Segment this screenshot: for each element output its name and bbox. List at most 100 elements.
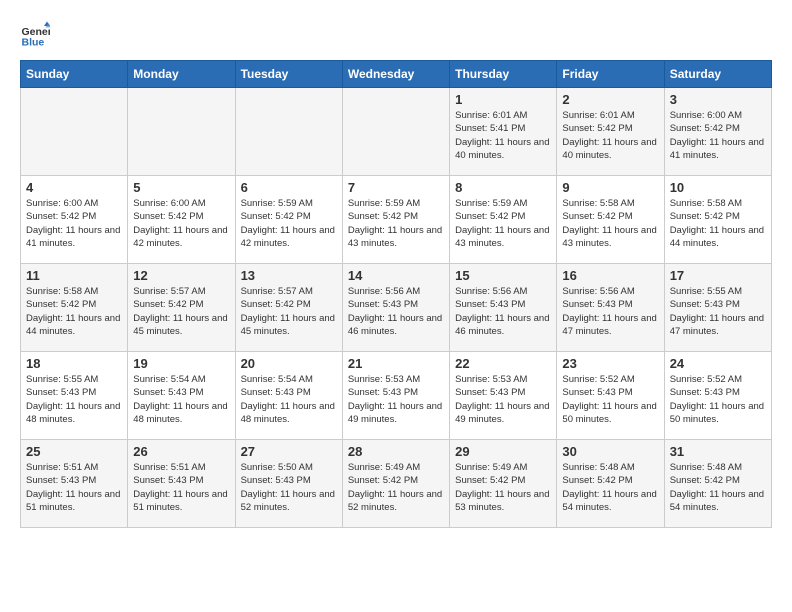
calendar-cell: 14 Sunrise: 5:56 AM Sunset: 5:43 PM Dayli… xyxy=(342,264,449,352)
calendar-cell xyxy=(342,88,449,176)
day-number: 14 xyxy=(348,268,444,283)
day-number: 3 xyxy=(670,92,766,107)
cell-info: Sunrise: 5:57 AM Sunset: 5:42 PM Dayligh… xyxy=(241,285,337,338)
day-number: 24 xyxy=(670,356,766,371)
calendar-cell: 21 Sunrise: 5:53 AM Sunset: 5:43 PM Dayli… xyxy=(342,352,449,440)
cell-info: Sunrise: 5:49 AM Sunset: 5:42 PM Dayligh… xyxy=(455,461,551,514)
calendar-cell: 24Sunrise: 5:52 AM Sunset: 5:43 PM Dayli… xyxy=(664,352,771,440)
day-number: 21 xyxy=(348,356,444,371)
day-number: 27 xyxy=(241,444,337,459)
cell-info: Sunrise: 5:48 AM Sunset: 5:42 PM Dayligh… xyxy=(562,461,658,514)
calendar-cell: 5Sunrise: 6:00 AM Sunset: 5:42 PM Daylig… xyxy=(128,176,235,264)
calendar-cell: 20 Sunrise: 5:54 AM Sunset: 5:43 PM Dayli… xyxy=(235,352,342,440)
day-number: 31 xyxy=(670,444,766,459)
day-number: 6 xyxy=(241,180,337,195)
cell-info: Sunrise: 5:58 AM Sunset: 5:42 PM Dayligh… xyxy=(26,285,122,338)
calendar-cell: 2 Sunrise: 6:01 AM Sunset: 5:42 PM Daylig… xyxy=(557,88,664,176)
calendar-cell: 25Sunrise: 5:51 AM Sunset: 5:43 PM Dayli… xyxy=(21,440,128,528)
cell-info: Sunrise: 5:56 AM Sunset: 5:43 PM Dayligh… xyxy=(562,285,658,338)
cell-info: Sunrise: 5:50 AM Sunset: 5:43 PM Dayligh… xyxy=(241,461,337,514)
calendar-cell: 11 Sunrise: 5:58 AM Sunset: 5:42 PM Dayli… xyxy=(21,264,128,352)
calendar-cell: 9Sunrise: 5:58 AM Sunset: 5:42 PM Daylig… xyxy=(557,176,664,264)
header-sunday: Sunday xyxy=(21,61,128,88)
cell-info: Sunrise: 5:52 AM Sunset: 5:43 PM Dayligh… xyxy=(562,373,658,426)
day-number: 30 xyxy=(562,444,658,459)
day-number: 4 xyxy=(26,180,122,195)
calendar-cell: 4 Sunrise: 6:00 AM Sunset: 5:42 PM Daylig… xyxy=(21,176,128,264)
day-number: 23 xyxy=(562,356,658,371)
header-thursday: Thursday xyxy=(450,61,557,88)
day-number: 10 xyxy=(670,180,766,195)
day-number: 20 xyxy=(241,356,337,371)
day-number: 2 xyxy=(562,92,658,107)
cell-info: Sunrise: 5:49 AM Sunset: 5:42 PM Dayligh… xyxy=(348,461,444,514)
calendar-cell: 27 Sunrise: 5:50 AM Sunset: 5:43 PM Dayli… xyxy=(235,440,342,528)
cell-info: Sunrise: 5:56 AM Sunset: 5:43 PM Dayligh… xyxy=(348,285,444,338)
header-friday: Friday xyxy=(557,61,664,88)
cell-info: Sunrise: 5:51 AM Sunset: 5:43 PM Dayligh… xyxy=(26,461,122,514)
logo-icon: General Blue xyxy=(20,20,50,50)
cell-info: Sunrise: 5:56 AM Sunset: 5:43 PM Dayligh… xyxy=(455,285,551,338)
cell-info: Sunrise: 5:59 AM Sunset: 5:42 PM Dayligh… xyxy=(348,197,444,250)
calendar-cell xyxy=(21,88,128,176)
calendar-cell: 13Sunrise: 5:57 AM Sunset: 5:42 PM Dayli… xyxy=(235,264,342,352)
week-row-4: 25Sunrise: 5:51 AM Sunset: 5:43 PM Dayli… xyxy=(21,440,772,528)
cell-info: Sunrise: 5:51 AM Sunset: 5:43 PM Dayligh… xyxy=(133,461,229,514)
cell-info: Sunrise: 6:01 AM Sunset: 5:41 PM Dayligh… xyxy=(455,109,551,162)
cell-info: Sunrise: 5:53 AM Sunset: 5:43 PM Dayligh… xyxy=(348,373,444,426)
logo: General Blue xyxy=(20,20,50,50)
cell-info: Sunrise: 5:57 AM Sunset: 5:42 PM Dayligh… xyxy=(133,285,229,338)
day-number: 16 xyxy=(562,268,658,283)
day-number: 12 xyxy=(133,268,229,283)
day-number: 28 xyxy=(348,444,444,459)
calendar-cell: 12 Sunrise: 5:57 AM Sunset: 5:42 PM Dayli… xyxy=(128,264,235,352)
cell-info: Sunrise: 5:59 AM Sunset: 5:42 PM Dayligh… xyxy=(455,197,551,250)
cell-info: Sunrise: 6:00 AM Sunset: 5:42 PM Dayligh… xyxy=(26,197,122,250)
header-saturday: Saturday xyxy=(664,61,771,88)
calendar-cell: 16 Sunrise: 5:56 AM Sunset: 5:43 PM Dayli… xyxy=(557,264,664,352)
cell-info: Sunrise: 5:58 AM Sunset: 5:42 PM Dayligh… xyxy=(670,197,766,250)
day-number: 8 xyxy=(455,180,551,195)
cell-info: Sunrise: 6:00 AM Sunset: 5:42 PM Dayligh… xyxy=(133,197,229,250)
day-number: 11 xyxy=(26,268,122,283)
calendar-header-row: SundayMondayTuesdayWednesdayThursdayFrid… xyxy=(21,61,772,88)
cell-info: Sunrise: 5:59 AM Sunset: 5:42 PM Dayligh… xyxy=(241,197,337,250)
week-row-3: 18 Sunrise: 5:55 AM Sunset: 5:43 PM Dayli… xyxy=(21,352,772,440)
cell-info: Sunrise: 5:55 AM Sunset: 5:43 PM Dayligh… xyxy=(26,373,122,426)
day-number: 17 xyxy=(670,268,766,283)
day-number: 15 xyxy=(455,268,551,283)
calendar-cell: 8 Sunrise: 5:59 AM Sunset: 5:42 PM Daylig… xyxy=(450,176,557,264)
calendar-cell: 10 Sunrise: 5:58 AM Sunset: 5:42 PM Dayli… xyxy=(664,176,771,264)
calendar-cell: 18 Sunrise: 5:55 AM Sunset: 5:43 PM Dayli… xyxy=(21,352,128,440)
cell-info: Sunrise: 5:58 AM Sunset: 5:42 PM Dayligh… xyxy=(562,197,658,250)
cell-info: Sunrise: 5:48 AM Sunset: 5:42 PM Dayligh… xyxy=(670,461,766,514)
day-number: 26 xyxy=(133,444,229,459)
calendar-table: SundayMondayTuesdayWednesdayThursdayFrid… xyxy=(20,60,772,528)
calendar-cell: 7 Sunrise: 5:59 AM Sunset: 5:42 PM Daylig… xyxy=(342,176,449,264)
cell-info: Sunrise: 5:54 AM Sunset: 5:43 PM Dayligh… xyxy=(241,373,337,426)
day-number: 22 xyxy=(455,356,551,371)
week-row-0: 1 Sunrise: 6:01 AM Sunset: 5:41 PM Daylig… xyxy=(21,88,772,176)
cell-info: Sunrise: 5:55 AM Sunset: 5:43 PM Dayligh… xyxy=(670,285,766,338)
calendar-cell: 29Sunrise: 5:49 AM Sunset: 5:42 PM Dayli… xyxy=(450,440,557,528)
calendar-cell xyxy=(128,88,235,176)
calendar-cell: 19 Sunrise: 5:54 AM Sunset: 5:43 PM Dayli… xyxy=(128,352,235,440)
cell-info: Sunrise: 6:00 AM Sunset: 5:42 PM Dayligh… xyxy=(670,109,766,162)
day-number: 18 xyxy=(26,356,122,371)
calendar-cell: 1 Sunrise: 6:01 AM Sunset: 5:41 PM Daylig… xyxy=(450,88,557,176)
day-number: 1 xyxy=(455,92,551,107)
calendar-cell xyxy=(235,88,342,176)
calendar-cell: 23 Sunrise: 5:52 AM Sunset: 5:43 PM Dayli… xyxy=(557,352,664,440)
calendar-cell: 3 Sunrise: 6:00 AM Sunset: 5:42 PM Daylig… xyxy=(664,88,771,176)
calendar-cell: 26 Sunrise: 5:51 AM Sunset: 5:43 PM Dayli… xyxy=(128,440,235,528)
cell-info: Sunrise: 6:01 AM Sunset: 5:42 PM Dayligh… xyxy=(562,109,658,162)
day-number: 19 xyxy=(133,356,229,371)
header-wednesday: Wednesday xyxy=(342,61,449,88)
day-number: 7 xyxy=(348,180,444,195)
calendar-cell: 15 Sunrise: 5:56 AM Sunset: 5:43 PM Dayli… xyxy=(450,264,557,352)
calendar-cell: 6 Sunrise: 5:59 AM Sunset: 5:42 PM Daylig… xyxy=(235,176,342,264)
page-header: General Blue xyxy=(20,20,772,50)
calendar-cell: 28 Sunrise: 5:49 AM Sunset: 5:42 PM Dayli… xyxy=(342,440,449,528)
cell-info: Sunrise: 5:54 AM Sunset: 5:43 PM Dayligh… xyxy=(133,373,229,426)
calendar-cell: 31 Sunrise: 5:48 AM Sunset: 5:42 PM Dayli… xyxy=(664,440,771,528)
